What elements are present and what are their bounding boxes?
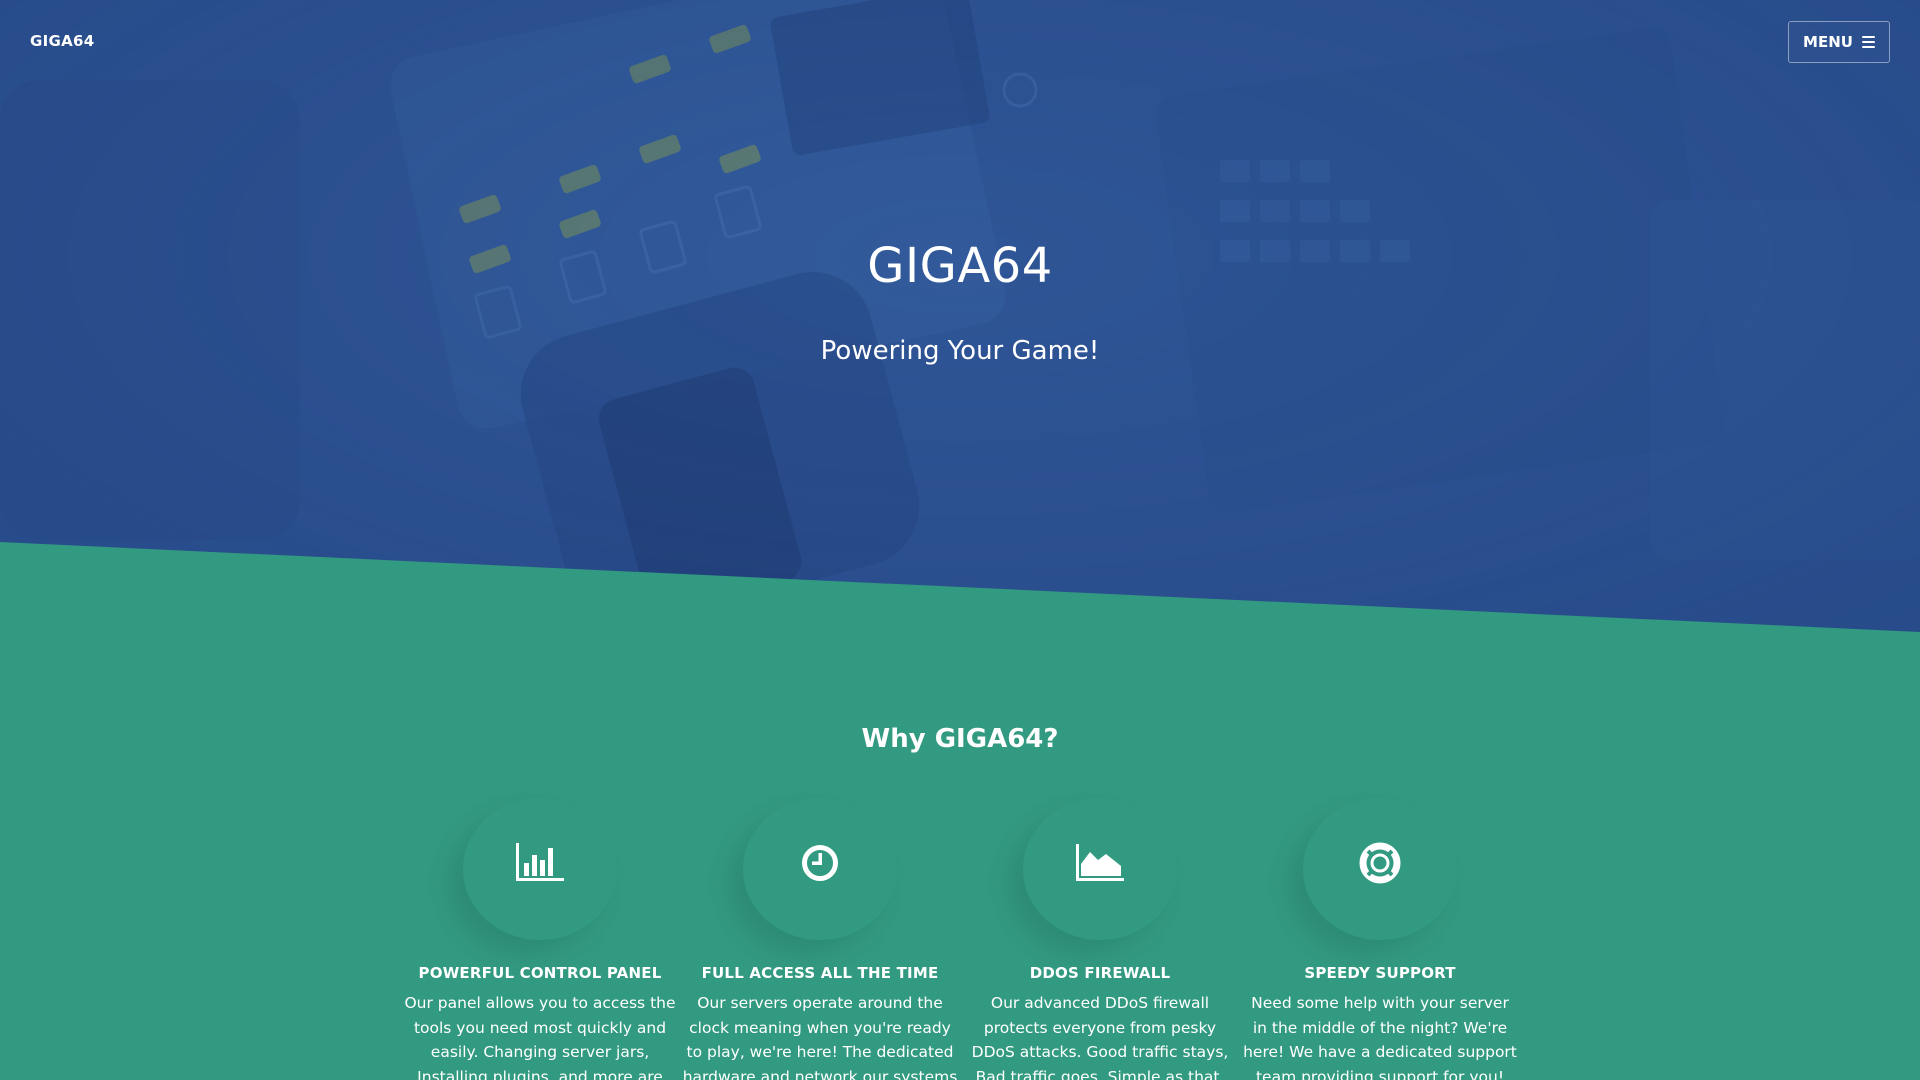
feature-title: DDOS FIREWALL <box>1029 964 1171 982</box>
feature-full-access: FULL ACCESS ALL THE TIME Our servers ope… <box>680 798 960 1080</box>
feature-description: Our servers operate around the clock mea… <box>682 994 958 1080</box>
area-chart-icon <box>1076 839 1124 887</box>
feature-control-panel: POWERFUL CONTROL PANEL Our panel allows … <box>400 798 680 1080</box>
feature-title: SPEEDY SUPPORT <box>1304 964 1456 982</box>
features-list: POWERFUL CONTROL PANEL Our panel allows … <box>400 798 1520 1080</box>
feature-ddos-firewall: DDOS FIREWALL Our advanced DDoS firewall… <box>960 798 1240 1080</box>
features-title: Why GIGA64? <box>861 724 1059 754</box>
life-ring-icon <box>1356 839 1404 887</box>
page: GIGA64 MENU GIGA64 Powering Your Game! W… <box>0 0 1920 1080</box>
feature-title: POWERFUL CONTROL PANEL <box>418 964 662 982</box>
section-divider <box>0 542 1920 640</box>
feature-title: FULL ACCESS ALL THE TIME <box>701 964 939 982</box>
bar-chart-icon <box>516 839 564 887</box>
clock-icon <box>796 839 844 887</box>
feature-description: Our panel allows you to access the tools… <box>404 994 676 1080</box>
feature-description: Need some help with your server in the m… <box>1243 994 1517 1080</box>
feature-description: Our advanced DDoS firewall protects ever… <box>971 994 1229 1080</box>
feature-speedy-support: SPEEDY SUPPORT Need some help with your … <box>1240 798 1520 1080</box>
